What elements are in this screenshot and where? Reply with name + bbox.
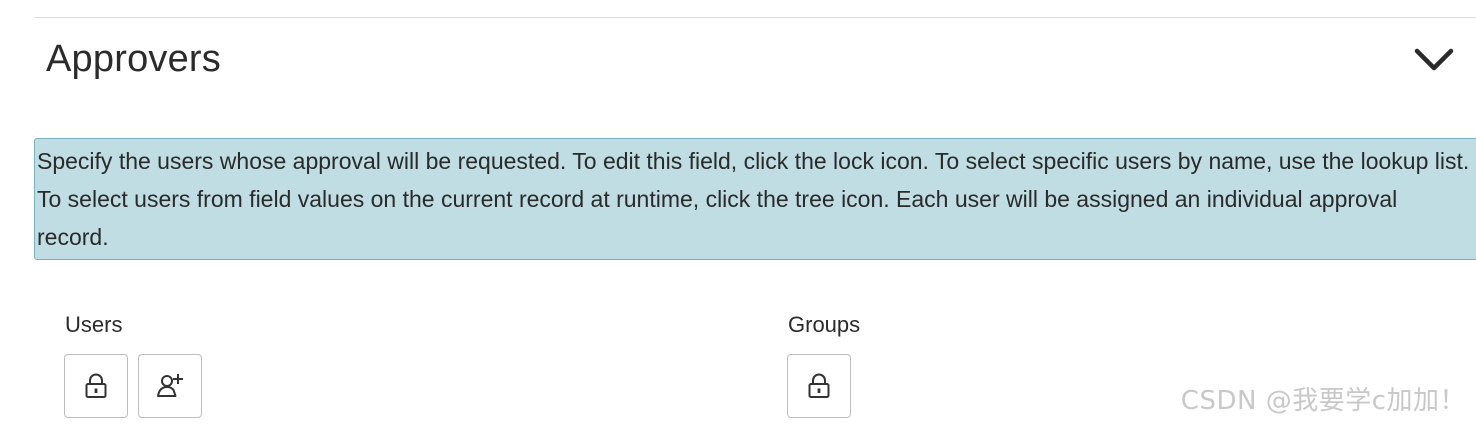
- chevron-down-icon: [1414, 48, 1454, 71]
- groups-unlock-button[interactable]: [787, 354, 851, 418]
- users-label: Users: [65, 312, 123, 337]
- groups-label: Groups: [788, 312, 861, 337]
- lock-icon: [808, 373, 830, 398]
- section-title: Approvers: [46, 38, 221, 80]
- users-button-row: [64, 354, 202, 418]
- users-field: Users: [64, 310, 202, 418]
- watermark: CSDN @我要学c加加！: [1180, 386, 1466, 416]
- collapse-toggle[interactable]: [1412, 40, 1456, 80]
- groups-field: Groups: [787, 310, 860, 418]
- info-message-text: Specify the users whose approval will be…: [37, 148, 1470, 250]
- top-divider: [34, 17, 1476, 18]
- section-header[interactable]: Approvers: [34, 30, 1476, 94]
- approvers-page: Approvers Specify the users whose approv…: [0, 0, 1476, 426]
- add-user-button[interactable]: [138, 354, 202, 418]
- users-unlock-button[interactable]: [64, 354, 128, 418]
- lock-icon: [85, 373, 107, 398]
- groups-button-row: [787, 354, 860, 418]
- add-user-icon: [157, 374, 183, 397]
- info-message: Specify the users whose approval will be…: [34, 138, 1476, 260]
